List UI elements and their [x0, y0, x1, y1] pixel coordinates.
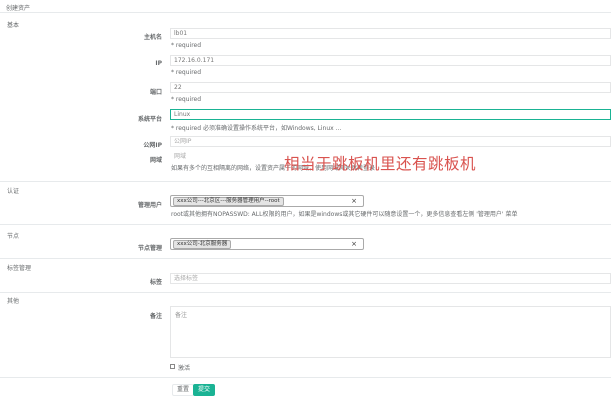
section-divider — [0, 181, 611, 182]
section-auth-heading: 认证 — [7, 188, 20, 195]
platform-help: * required 必须准确设置操作系统平台，如Windows, Linux … — [171, 125, 342, 132]
ip-label: IP — [155, 60, 162, 67]
comment-label: 备注 — [149, 313, 162, 320]
nodes-label: 节点管理 — [137, 245, 162, 252]
public-ip-input[interactable]: 公网IP — [170, 136, 611, 147]
domain-label: 网域 — [149, 157, 162, 164]
admin-user-tag[interactable]: xxx公司---北京区---服务器管理用户--root — [173, 197, 284, 206]
hostname-help: * required — [171, 42, 202, 49]
port-label: 端口 — [149, 89, 162, 96]
platform-label: 系统平台 — [137, 116, 162, 123]
tags-label: 标签 — [149, 279, 162, 286]
submit-button[interactable]: 提交 — [193, 384, 216, 396]
hostname-input[interactable]: lb01 — [170, 28, 611, 39]
comment-textarea[interactable]: 备注 — [170, 306, 611, 358]
admin-user-label: 管理用户 — [137, 202, 162, 209]
section-divider — [0, 224, 611, 225]
tags-select[interactable]: 选择标签 — [170, 273, 611, 284]
nodes-tag[interactable]: xxx公司-北京服务器 — [173, 240, 232, 249]
title-divider — [0, 12, 611, 13]
section-labels-heading: 标签管理 — [7, 265, 32, 272]
clear-icon[interactable]: × — [351, 240, 357, 249]
active-label: 激活 — [178, 365, 191, 372]
section-divider — [0, 258, 611, 259]
watermark-annotation: 相当于跳板机里还有跳板机 — [284, 155, 477, 173]
section-divider — [0, 292, 611, 293]
admin-user-help: root或其他拥有NOPASSWD: ALL权限的用户，如果是windows或其… — [171, 211, 518, 218]
section-node-heading: 节点 — [7, 233, 20, 240]
port-input[interactable]: 22 — [170, 82, 611, 93]
reset-button[interactable]: 重置 — [172, 384, 195, 396]
active-checkbox[interactable] — [170, 364, 175, 369]
platform-select[interactable]: Linux — [170, 109, 611, 120]
ip-help: * required — [171, 69, 202, 76]
section-basic-heading: 基本 — [7, 22, 20, 29]
clear-icon[interactable]: × — [351, 197, 357, 206]
port-help: * required — [171, 96, 202, 103]
nodes-select[interactable]: xxx公司-北京服务器 × — [170, 238, 364, 250]
admin-user-select[interactable]: xxx公司---北京区---服务器管理用户--root × — [170, 195, 364, 207]
page-title: 创建资产 — [6, 5, 31, 12]
section-divider — [0, 377, 611, 378]
hostname-label: 主机名 — [143, 34, 162, 41]
section-other-heading: 其他 — [7, 298, 20, 305]
ip-input[interactable]: 172.16.0.171 — [170, 55, 611, 66]
public-ip-label: 公网IP — [143, 142, 162, 149]
